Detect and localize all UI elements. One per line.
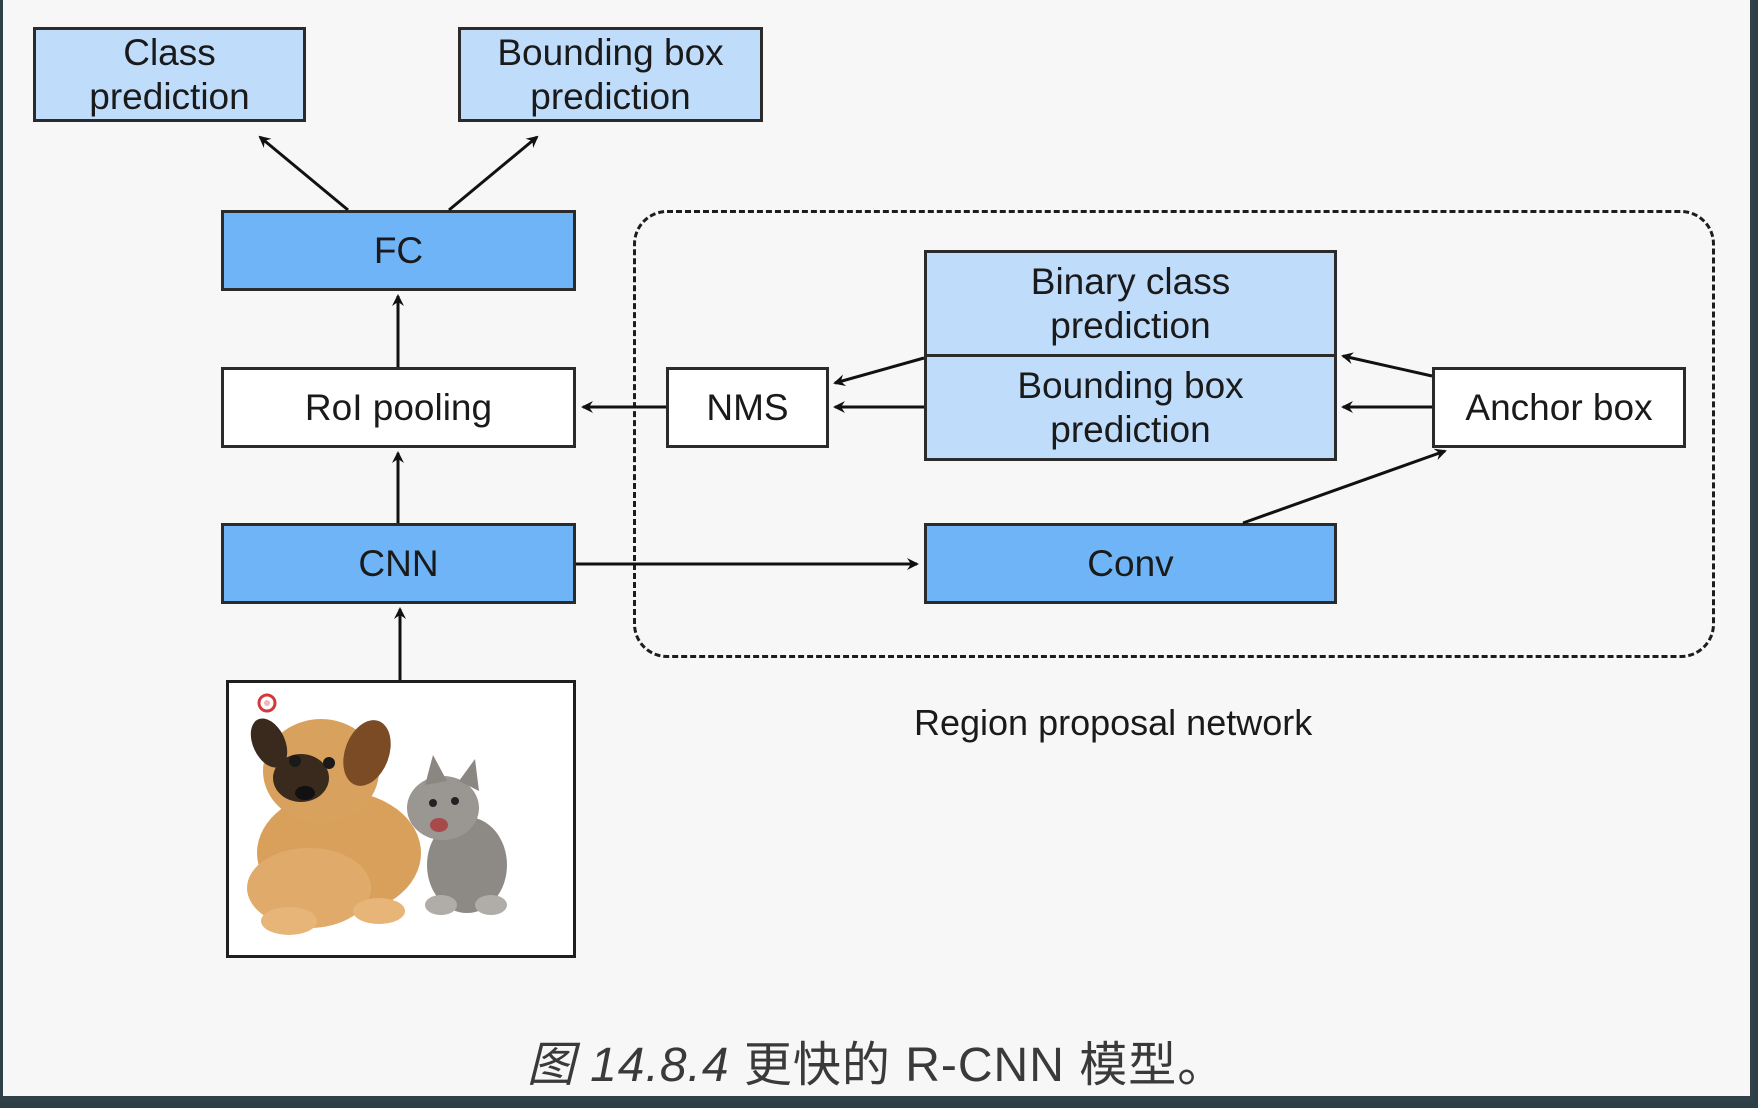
connection-arrows [258, 135, 1447, 680]
diagram-canvas: Class prediction Bounding box prediction… [0, 0, 1754, 1102]
arrow-binary-to-nms [833, 356, 925, 387]
figure-number: 图 14.8.4 [526, 1039, 730, 1092]
arrow-conv-to-anchor [1242, 448, 1447, 525]
figure-caption-text: 更快的 R-CNN 模型。 [743, 1039, 1227, 1092]
arrow-fc-to-bbox [448, 135, 539, 212]
figure-caption: 图 14.8.4 更快的 R-CNN 模型。 [3, 1025, 1750, 1095]
arrow-fc-to-class [258, 135, 349, 212]
arrow-anchor-to-binary [1341, 352, 1433, 378]
